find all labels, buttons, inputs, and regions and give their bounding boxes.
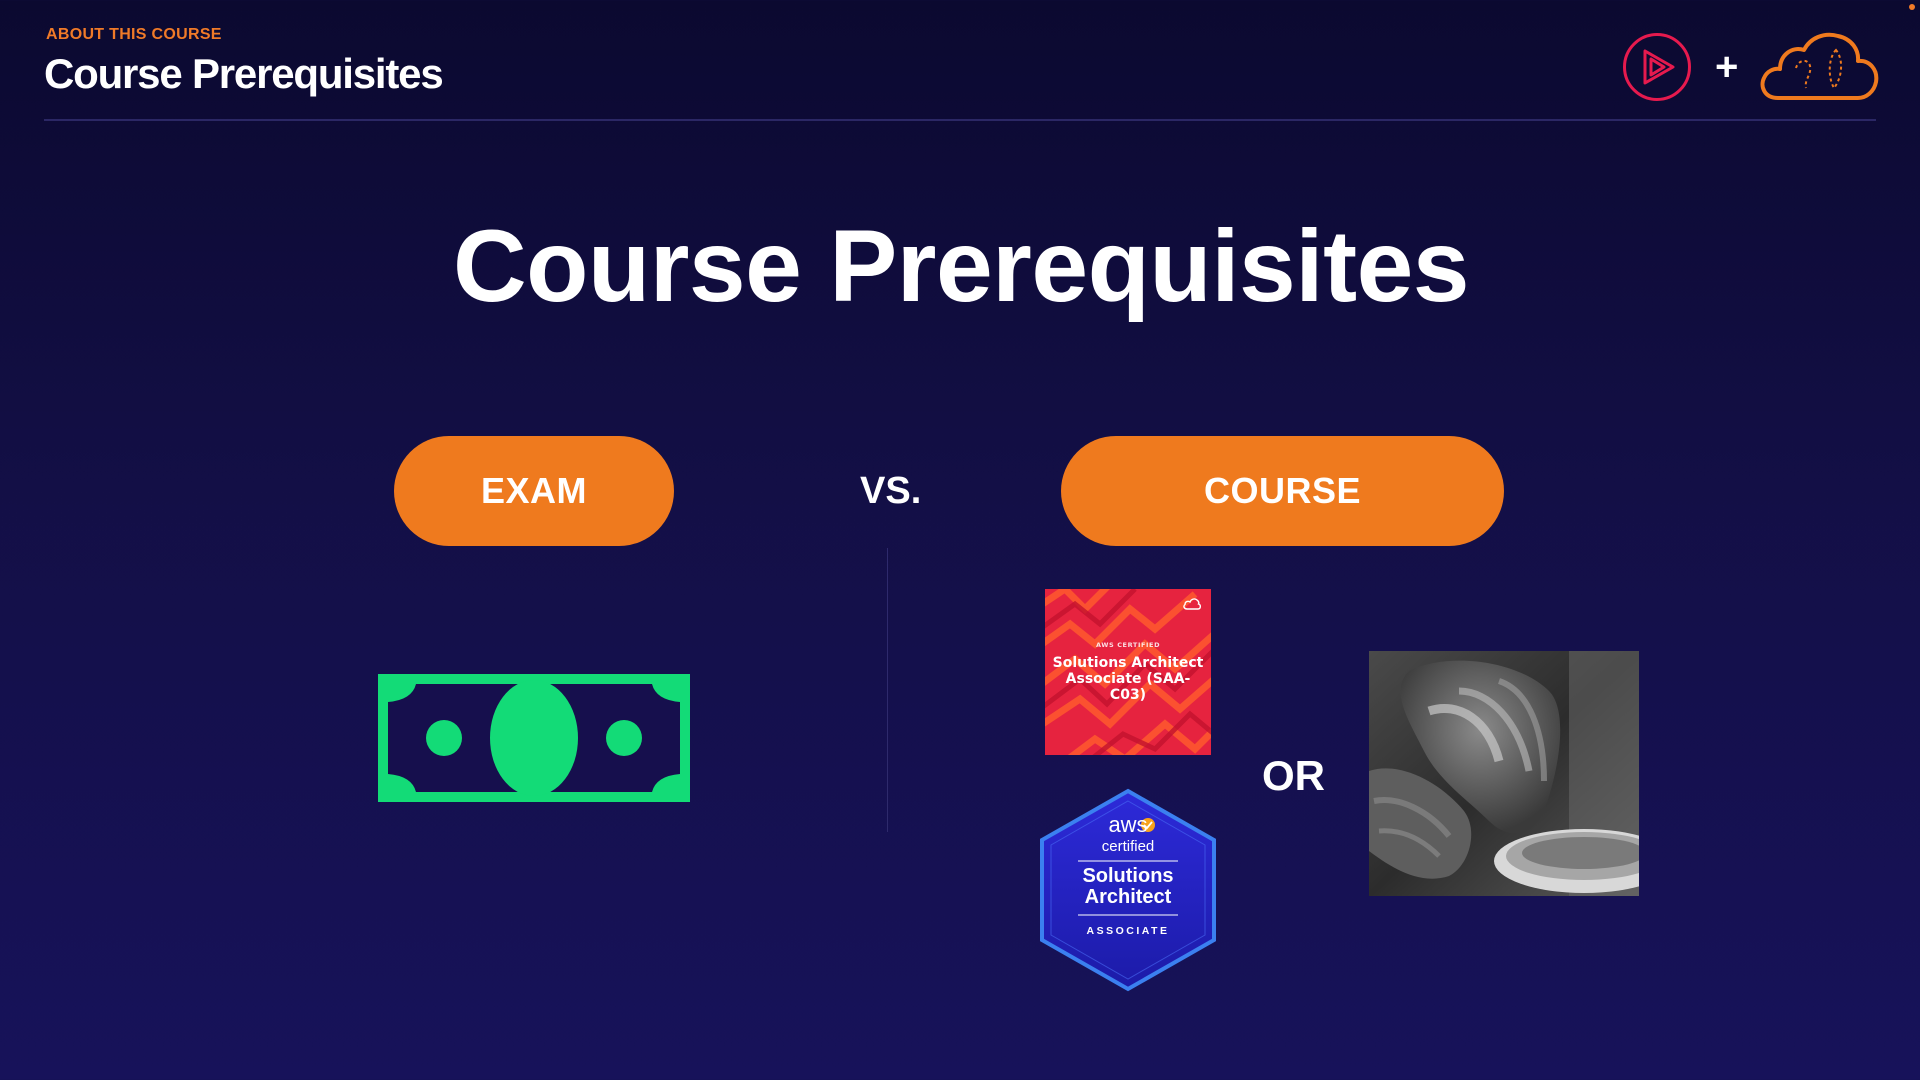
cloud-icon bbox=[1183, 598, 1201, 610]
section-eyebrow: ABOUT THIS COURSE bbox=[46, 26, 222, 43]
corner-dot bbox=[1909, 4, 1915, 10]
course-thumbnail[interactable]: AWS CERTIFIED Solutions Architect Associ… bbox=[1045, 589, 1211, 755]
course-label: COURSE bbox=[1203, 470, 1362, 511]
pluralsight-logo-icon bbox=[1623, 33, 1691, 101]
exam-label: EXAM bbox=[480, 470, 587, 511]
exam-pill: EXAM bbox=[394, 436, 674, 546]
plus-sign: + bbox=[1715, 45, 1739, 89]
badge-level: ASSOCIATE bbox=[1086, 925, 1170, 937]
vs-label: VS. bbox=[860, 470, 922, 512]
vertical-divider bbox=[887, 548, 888, 832]
or-label: OR bbox=[1262, 752, 1325, 799]
badge-certified: certified bbox=[1101, 838, 1155, 855]
header-title: Course Prerequisites bbox=[44, 50, 444, 97]
cloud-guru-logo-icon bbox=[1760, 32, 1879, 100]
slide-title: Course Prerequisites bbox=[452, 209, 1470, 323]
dollar-bill-icon bbox=[378, 674, 690, 802]
pottery-hands-photo bbox=[1369, 651, 1639, 896]
course-thumbnail-kicker: AWS CERTIFIED bbox=[1095, 641, 1161, 649]
course-thumbnail-title: Solutions Architect Associate (SAA-C03) bbox=[1052, 655, 1204, 703]
header-divider bbox=[44, 119, 1876, 121]
badge-brand: aws bbox=[1108, 812, 1148, 837]
course-pill: COURSE bbox=[1061, 436, 1504, 546]
badge-title: Solutions Architect bbox=[1082, 865, 1174, 908]
